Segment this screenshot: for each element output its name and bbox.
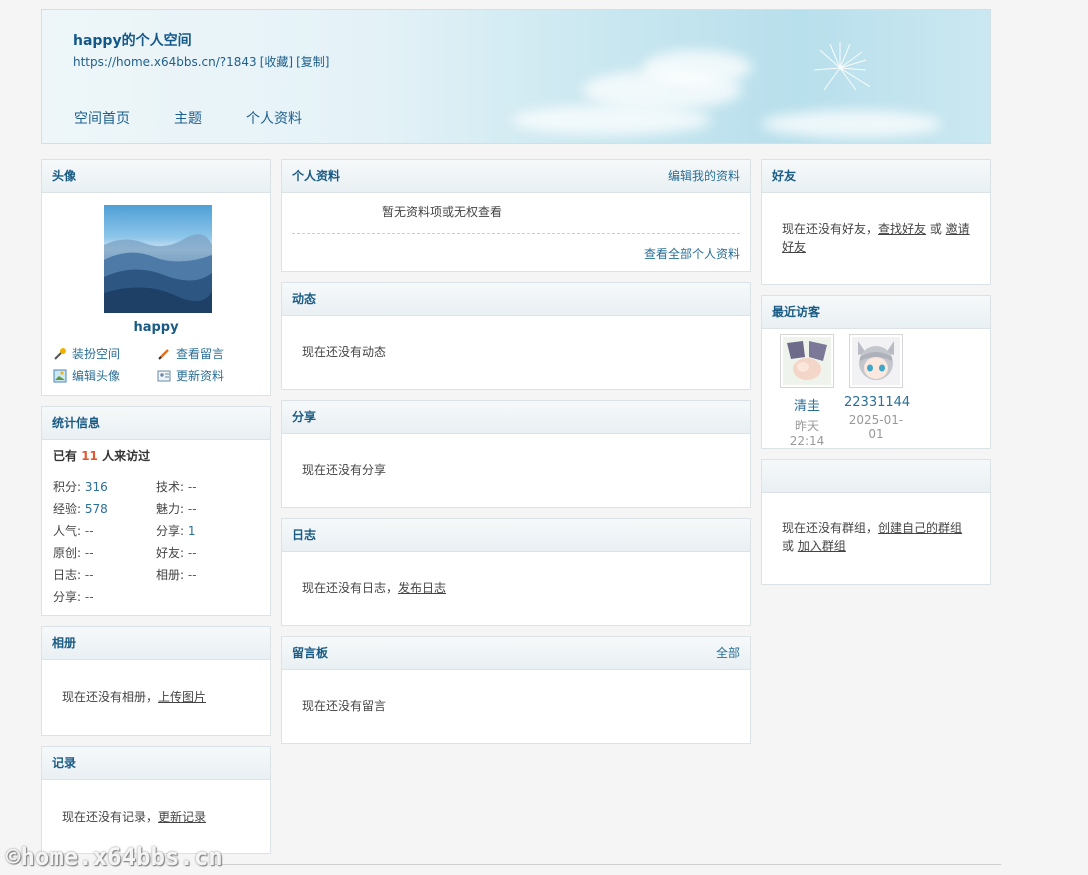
avatar[interactable]: [104, 205, 212, 313]
stat-albums: 相册: --: [156, 568, 197, 582]
decorate-space-button[interactable]: 装扮空间: [53, 345, 120, 362]
panel-title[interactable]: 日志: [292, 519, 316, 551]
stat-popularity: 人气: --: [53, 524, 94, 538]
visitor-time: 昨天 22:14: [789, 419, 825, 448]
blog-empty-text: 现在还没有日志，发布日志: [302, 581, 447, 595]
nav-topics[interactable]: 主题: [174, 108, 202, 128]
record-empty-text: 现在还没有记录，更新记录: [62, 810, 207, 824]
visitor-avatar[interactable]: [849, 334, 903, 388]
footer-divider: [211, 864, 1001, 865]
view-messages-button[interactable]: 查看留言: [157, 345, 224, 362]
update-profile-button[interactable]: 更新资料: [157, 367, 224, 384]
panel-title[interactable]: 动态: [292, 283, 316, 315]
join-group-link[interactable]: 加入群组: [798, 539, 846, 553]
panel-title[interactable]: 留言板: [292, 637, 328, 669]
panel-title[interactable]: 个人资料: [292, 160, 340, 192]
visit-count: 已有 11 人来访过: [53, 449, 151, 463]
avatar-panel: 头像 happy 装扮空间 查看留言 编辑头像 更新资料: [41, 159, 271, 396]
space-title: happy的个人空间: [73, 33, 192, 49]
create-group-link[interactable]: 创建自己的群组: [878, 521, 962, 535]
stat-friends: 好友: --: [156, 546, 197, 560]
friends-panel: 好友 现在还没有好友，查找好友 或 邀请 好友: [761, 159, 991, 285]
stat-shares: 分享: --: [53, 590, 94, 604]
upload-photo-link[interactable]: 上传图片: [158, 690, 206, 704]
edit-profile-link[interactable]: 编辑我的资料: [668, 160, 740, 192]
visitor-item[interactable]: 22331144 2025-01-01: [844, 334, 910, 441]
visitor-name[interactable]: 清圭: [776, 395, 838, 414]
panel-title: 统计信息: [52, 416, 101, 430]
stat-share: 分享: 1: [156, 524, 196, 538]
stat-original: 原创: --: [53, 546, 94, 560]
stat-charm: 魅力: --: [156, 502, 197, 516]
view-full-profile-link[interactable]: 查看全部个人资料: [644, 245, 740, 262]
nav-profile[interactable]: 个人资料: [246, 108, 302, 128]
stat-experience: 经验: 578: [53, 502, 108, 516]
favorite-link[interactable]: [收藏]: [260, 55, 293, 69]
wand-icon: [54, 347, 66, 360]
post-blog-link[interactable]: 发布日志: [398, 581, 446, 595]
guestbook-panel: 留言板 全部 现在还没有留言: [281, 636, 751, 744]
image-icon: [53, 369, 67, 382]
album-empty-text: 现在还没有相册，上传图片: [62, 690, 207, 704]
panel-title: 好友: [772, 169, 797, 183]
stat-blogs: 日志: --: [53, 568, 94, 582]
watermark: ©home.x64bbs.cn: [6, 843, 223, 871]
avatar-username[interactable]: happy: [42, 320, 270, 335]
visitor-avatar[interactable]: [780, 334, 834, 388]
album-panel: 相册 现在还没有相册，上传图片: [41, 626, 271, 736]
pencil-icon: [158, 348, 169, 360]
group-empty-text: 现在还没有群组，创建自己的群组或 加入群组: [782, 521, 963, 553]
space-header: happy的个人空间 https://home.x64bbs.cn/?1843[…: [41, 9, 991, 144]
feed-panel: 动态 现在还没有动态: [281, 282, 751, 390]
record-panel: 记录 现在还没有记录，更新记录: [41, 746, 271, 854]
share-empty-text: 现在还没有分享: [302, 463, 387, 477]
feed-empty-text: 现在还没有动态: [302, 345, 387, 359]
view-all-link[interactable]: 全部: [716, 637, 740, 669]
id-card-icon: [157, 370, 171, 381]
edit-avatar-button[interactable]: 编辑头像: [53, 367, 120, 384]
visitor-time: 2025-01-01: [848, 413, 904, 441]
share-panel: 分享 现在还没有分享: [281, 400, 751, 508]
nav-home[interactable]: 空间首页: [74, 108, 130, 128]
dandelion-decoration: [813, 42, 870, 91]
find-friends-link[interactable]: 查找好友: [878, 222, 926, 236]
panel-title[interactable]: 相册: [52, 627, 76, 659]
stat-skill: 技术: --: [156, 480, 197, 494]
friends-empty-text: 现在还没有好友，查找好友 或 邀请 好友: [782, 222, 970, 254]
visitor-item[interactable]: 清圭 昨天 22:14: [776, 334, 838, 448]
panel-title: 头像: [52, 169, 77, 183]
update-record-link[interactable]: 更新记录: [158, 810, 206, 824]
space-url: https://home.x64bbs.cn/?1843 [收藏] [复制]: [73, 53, 332, 70]
panel-title[interactable]: 记录: [52, 747, 76, 779]
guestbook-empty-text: 现在还没有留言: [302, 699, 387, 713]
copy-link[interactable]: [复制]: [296, 55, 329, 69]
profile-panel: 个人资料 编辑我的资料 暂无资料项或无权查看 查看全部个人资料: [281, 159, 751, 272]
profile-empty-text: 暂无资料项或无权查看: [382, 205, 503, 219]
visitors-panel: 最近访客 清圭 昨天 22:14 22331144 2025-01-01: [761, 295, 991, 449]
visitor-name[interactable]: 22331144: [844, 395, 910, 410]
divider: [292, 233, 740, 234]
group-panel: 现在还没有群组，创建自己的群组或 加入群组: [761, 459, 991, 585]
panel-title[interactable]: 分享: [292, 401, 316, 433]
url-text[interactable]: https://home.x64bbs.cn/?1843: [73, 55, 257, 69]
stat-points: 积分: 316: [53, 480, 108, 494]
blog-panel: 日志 现在还没有日志，发布日志: [281, 518, 751, 626]
space-nav: 空间首页 主题 个人资料: [74, 108, 302, 128]
panel-title: 最近访客: [772, 305, 821, 319]
stats-panel: 统计信息 已有 11 人来访过 积分: 316 技术: -- 经验: 578 魅…: [41, 406, 271, 616]
